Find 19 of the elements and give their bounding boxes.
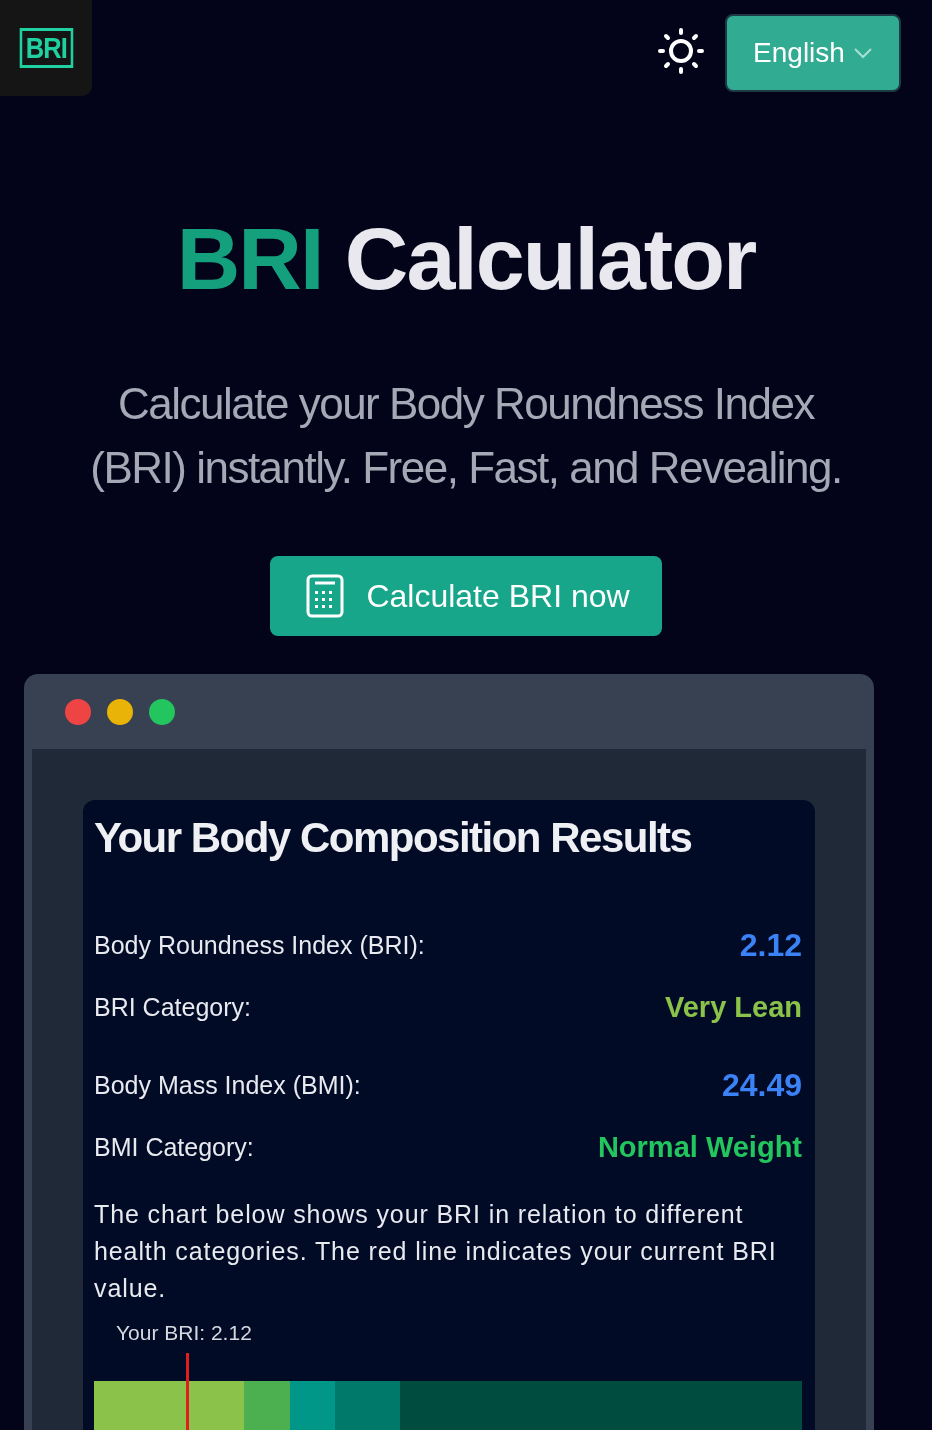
calculate-button[interactable]: Calculate BRI now [270, 556, 662, 636]
result-value: Normal Weight [597, 1130, 802, 1164]
result-label: Body Mass Index (BMI): [94, 1070, 361, 1100]
language-dropdown[interactable]: English [725, 13, 901, 92]
result-label: Body Roundness Index (BRI): [94, 930, 425, 960]
chevron-down-icon [852, 46, 873, 59]
result-label: BRI Category: [94, 992, 251, 1022]
chart-note: The chart below shows your BRI in relation to different health categories. The red line indicates your current BRI value. [94, 1199, 778, 1304]
page-title: BRI Calculator [175, 208, 757, 310]
logo[interactable]: BRI [19, 28, 73, 68]
result-label: BMI Category: [94, 1132, 254, 1162]
marker-label: Your BRI: 2.12 [116, 1321, 253, 1345]
results-title: Your Body Composition Results [94, 814, 693, 862]
subtitle: Calculate your Body Roundness Index (BRI) instantly. Free, Fast, and Revealing. [89, 378, 843, 494]
result-value: Very Lean [664, 990, 802, 1024]
result-value: 24.49 [721, 1066, 802, 1104]
result-value: 2.12 [739, 926, 802, 964]
sun-icon[interactable] [657, 27, 705, 75]
calculator-icon [306, 574, 345, 618]
